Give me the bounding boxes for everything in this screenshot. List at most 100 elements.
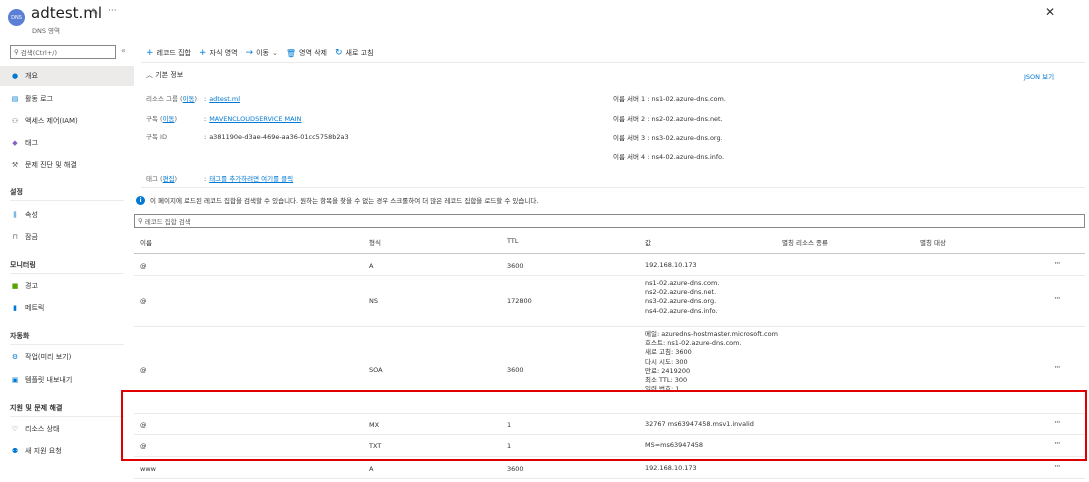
- resource-group-row: 리소스 그룹 (이동): adtest.ml: [146, 95, 240, 103]
- sidebar-item-tags[interactable]: ◆ 태그: [0, 133, 134, 153]
- record-values: 메일: azuredns-hostmaster.microsoft.com 호스…: [645, 330, 778, 394]
- record-ttl: 3600: [507, 366, 524, 374]
- section-monitoring: 모니터링: [10, 261, 36, 269]
- sidebar-item-resource-health[interactable]: ♡ 리소스 상태: [0, 419, 134, 439]
- row-more-icon[interactable]: ···: [1054, 363, 1061, 373]
- command-bar: + 레코드 집합 + 자식 영역 → 이동 ⌄ 🗑 영역 삭제 ↻ 새로 고침: [146, 46, 382, 60]
- close-icon[interactable]: ✕: [1045, 5, 1055, 19]
- alert-icon: ■: [11, 282, 19, 290]
- refresh-button[interactable]: ↻ 새로 고침: [335, 48, 374, 58]
- name-server-label: 이름 서버 3: [613, 134, 646, 142]
- sidebar-item-label: 메트릭: [25, 304, 45, 312]
- column-header-ttl[interactable]: TTL: [507, 237, 518, 245]
- support-icon: ⚉: [11, 447, 19, 455]
- ellipsis-icon[interactable]: ···: [108, 6, 117, 16]
- sidebar-item-label: 액세스 제어(IAM): [25, 117, 78, 125]
- highlight-box: [121, 390, 1087, 461]
- info-banner: i 이 페이지에 로드된 레코드 집합을 검색할 수 있습니다. 원하는 항목을…: [136, 195, 538, 205]
- properties-icon: ⫼: [13, 210, 17, 219]
- record-set-search-input[interactable]: ⚲ 레코드 집합 검색: [134, 214, 1085, 228]
- dns-zone-icon: DNS: [8, 9, 25, 26]
- sidebar-item-alerts[interactable]: ■ 경고: [0, 276, 134, 296]
- subscription-row: 구독 (이동): MAVENCLOUDSERVICE MAIN: [146, 115, 302, 123]
- divider: [134, 275, 1085, 276]
- resource-group-link[interactable]: adtest.ml: [209, 95, 240, 103]
- record-value: 192.168.10.173: [645, 261, 697, 269]
- sidebar-item-label: 경고: [25, 282, 38, 290]
- record-ttl: 172800: [507, 297, 532, 305]
- divider: [141, 62, 1085, 63]
- search-icon: ⚲: [138, 217, 143, 225]
- search-icon: ⚲: [14, 48, 19, 56]
- metrics-icon: ▮: [13, 304, 17, 312]
- name-server-value: ns3-02.azure-dns.org.: [651, 134, 723, 142]
- name-server-4-row: 이름 서버 4 : ns4-02.azure-dns.info.: [613, 153, 725, 161]
- json-view-link[interactable]: JSON 보기: [1024, 71, 1054, 81]
- sidebar-item-label: 리소스 상태: [25, 425, 60, 433]
- add-child-zone-button[interactable]: + 자식 영역: [199, 48, 238, 58]
- collapse-icon[interactable]: «: [121, 46, 126, 55]
- sidebar-item-label: 개요: [25, 72, 38, 80]
- record-type: A: [369, 465, 374, 473]
- pin-icon[interactable]: ✎: [91, 8, 99, 18]
- resource-header: DNS adtest.ml DNS 영역 ✎ ··· ✕: [0, 0, 1089, 42]
- name-server-label: 이름 서버 1: [613, 95, 646, 103]
- delete-zone-button[interactable]: 🗑 영역 삭제: [286, 48, 327, 58]
- sidebar-item-diagnose[interactable]: ⚒ 문제 진단 및 해결: [0, 155, 134, 175]
- subscription-id-label: 구독 ID: [146, 133, 167, 141]
- tags-edit-link[interactable]: 편집: [163, 175, 175, 183]
- column-header-name[interactable]: 이름: [140, 237, 152, 247]
- record-name: @: [140, 366, 147, 374]
- name-server-label: 이름 서버 4: [613, 153, 646, 161]
- name-server-3-row: 이름 서버 3 : ns3-02.azure-dns.org.: [613, 134, 723, 142]
- sidebar-item-new-support[interactable]: ⚉ 새 지원 요청: [0, 441, 134, 461]
- sidebar-item-tasks[interactable]: ⚙ 작업(미리 보기): [0, 347, 134, 367]
- divider: [10, 200, 124, 201]
- lock-icon: ⊓: [12, 233, 18, 241]
- column-header-type[interactable]: 형식: [369, 237, 381, 247]
- subscription-move-link[interactable]: 이동: [163, 115, 175, 123]
- resource-group-move-link[interactable]: 이동: [183, 95, 195, 103]
- chevron-down-icon: ⌄: [271, 49, 278, 57]
- record-values: 192.168.10.173: [645, 464, 697, 473]
- add-tags-link[interactable]: 태그를 추가하려면 여기를 클릭: [209, 175, 293, 183]
- button-label: 이동: [256, 49, 269, 57]
- sidebar-item-label: 활동 로그: [25, 95, 53, 103]
- wrench-icon: ⚒: [11, 161, 19, 169]
- move-button[interactable]: → 이동 ⌄: [246, 48, 278, 58]
- name-server-value: ns2-02.azure-dns.net.: [651, 115, 723, 123]
- row-more-icon[interactable]: ···: [1054, 294, 1061, 304]
- record-value: 메일: azuredns-hostmaster.microsoft.com: [645, 330, 778, 338]
- plus-icon: +: [198, 48, 207, 58]
- info-icon: i: [136, 195, 145, 205]
- add-record-set-button[interactable]: + 레코드 집합: [146, 48, 191, 58]
- record-value: ns3-02.azure-dns.org.: [645, 297, 717, 306]
- section-automation: 자동화: [10, 332, 30, 340]
- sidebar-item-label: 템플릿 내보내기: [25, 376, 73, 384]
- record-values: ns1-02.azure-dns.com. ns2-02.azure-dns.n…: [645, 279, 719, 316]
- sidebar-item-properties[interactable]: ⫼ 속성: [0, 205, 134, 225]
- column-header-alias-type[interactable]: 별칭 리소스 종류: [782, 237, 828, 247]
- record-value: 새로 고침: 3600: [645, 348, 692, 357]
- row-more-icon[interactable]: ···: [1054, 259, 1061, 269]
- sidebar-item-label: 작업(미리 보기): [25, 353, 72, 361]
- column-header-alias-target[interactable]: 별칭 대상: [920, 237, 946, 247]
- row-more-icon[interactable]: ···: [1054, 462, 1061, 472]
- record-name: @: [140, 262, 147, 270]
- column-header-value[interactable]: 값: [645, 237, 651, 247]
- info-message: 이 페이지에 로드된 레코드 집합을 검색할 수 있습니다. 원하는 항목을 찾…: [150, 197, 539, 205]
- sidebar-item-export-template[interactable]: ▣ 템플릿 내보내기: [0, 370, 134, 390]
- sidebar-item-locks[interactable]: ⊓ 잠금: [0, 227, 134, 247]
- sidebar-item-metrics[interactable]: ▮ 메트릭: [0, 298, 134, 318]
- heart-icon: ♡: [11, 425, 19, 433]
- sidebar-search-input[interactable]: ⚲ 검색(Ctrl+/): [10, 45, 116, 59]
- sidebar-item-overview[interactable]: ● 개요: [0, 66, 134, 86]
- divider: [141, 187, 1085, 188]
- record-value: 최소 TTL: 300: [645, 376, 688, 385]
- essentials-toggle[interactable]: ︿ 기본 정보: [146, 70, 183, 80]
- record-type: A: [369, 262, 374, 270]
- sidebar-item-iam[interactable]: ⚇ 액세스 제어(IAM): [0, 111, 134, 131]
- sidebar-item-activity-log[interactable]: ▤ 활동 로그: [0, 89, 134, 109]
- subscription-link[interactable]: MAVENCLOUDSERVICE MAIN: [209, 115, 301, 123]
- button-label: 자식 영역: [209, 49, 238, 57]
